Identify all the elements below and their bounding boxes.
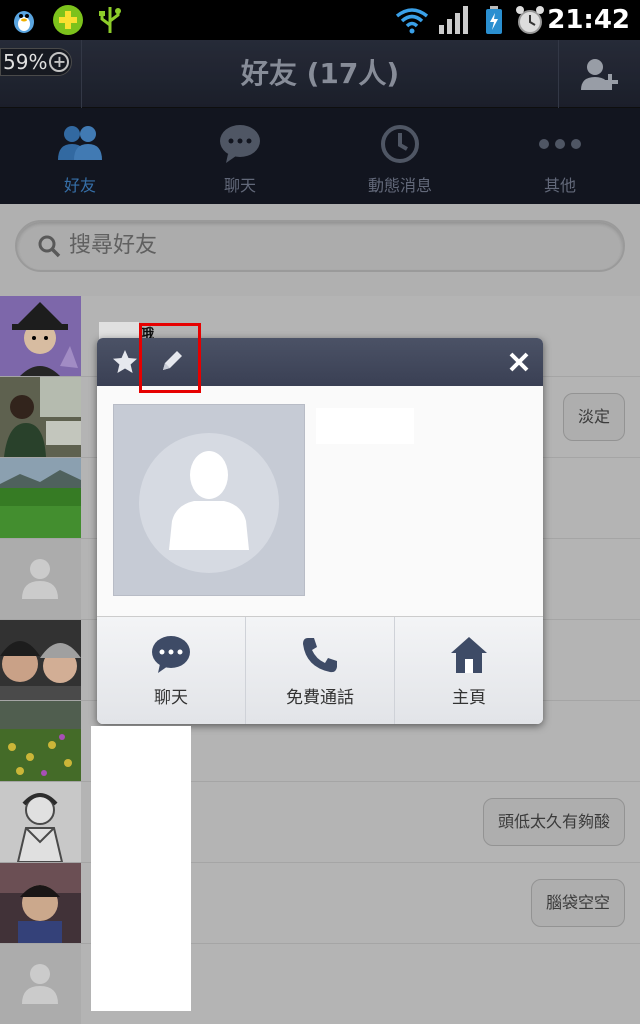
tab-label: 其他 [543,176,576,195]
status-message: 頭低太久有夠酸 [482,798,625,846]
home-button[interactable]: 主頁 [395,617,543,724]
search-area: 搜尋好友 [0,204,640,296]
avatar [0,458,81,538]
favorite-button[interactable] [111,348,139,376]
header-left-button[interactable]: 59% + [0,40,82,108]
avatar [0,782,81,862]
popup-actions: 聊天 免費通話 主頁 [97,616,543,724]
default-avatar-icon [0,539,81,619]
redaction-box [91,726,191,1011]
battery-percent: 59% [3,50,48,74]
close-button[interactable] [507,350,531,374]
clock-time: 21:42 [547,5,630,35]
search-placeholder: 搜尋好友 [69,233,158,258]
status-message: 淡定 [562,393,625,441]
avatar [0,377,81,457]
default-avatar-icon [114,405,304,595]
free-call-label: 免費通話 [286,688,354,708]
default-avatar-icon [0,944,81,1024]
tab-label: 動態消息 [367,176,432,195]
plus-icon: + [49,52,70,72]
home-icon [451,637,487,673]
more-icon [539,139,581,149]
friends-icon [58,126,102,160]
avatar [0,863,81,943]
avatar [0,701,81,781]
tab-bar: 好友 聊天 動態消息 其他 [0,108,640,204]
clock-icon [381,125,419,163]
battery-icon [478,4,510,36]
popup-header [97,338,543,386]
close-icon [509,352,529,372]
tab-label: 聊天 [223,176,256,195]
status-bar: 21:42 [0,0,640,40]
pencil-icon [163,351,182,370]
search-input[interactable]: 搜尋好友 [15,220,625,272]
chat-label: 聊天 [154,688,188,708]
wifi-icon [394,4,430,36]
tab-timeline[interactable]: 動態消息 [320,108,480,204]
battery-widget[interactable]: 59% + [0,48,73,76]
profile-photo[interactable] [113,404,305,596]
profile-name-cover [316,408,414,444]
green-plus-app-icon [52,4,84,36]
avatar [0,539,81,619]
tab-friends[interactable]: 好友 [0,108,160,204]
tab-more[interactable]: 其他 [480,108,640,204]
add-friend-icon [580,59,618,90]
search-icon [38,235,61,258]
phone-icon [303,638,337,673]
app-header: 59% + 好友 (17人) [0,40,640,108]
avatar [0,944,81,1024]
signal-icon [436,4,470,36]
qq-penguin-icon [8,4,40,36]
avatar [0,620,81,700]
page-title: 好友 (17人) [240,57,400,90]
add-friend-button[interactable] [558,40,640,108]
alarm-clock-icon [514,4,546,36]
profile-popup: 聊天 免費通話 主頁 [97,338,543,724]
chat-button[interactable]: 聊天 [97,617,246,724]
tab-label: 好友 [63,176,96,195]
free-call-button[interactable]: 免費通話 [246,617,395,724]
popup-body [97,386,543,616]
tab-chat[interactable]: 聊天 [160,108,320,204]
home-label: 主頁 [452,688,486,708]
edit-button[interactable] [157,346,187,376]
chat-bubble-icon [152,636,190,673]
chat-bubble-icon [220,125,260,163]
avatar [0,296,81,376]
status-message: 腦袋空空 [530,879,625,927]
usb-icon [94,4,126,36]
star-icon [113,350,137,373]
screen: 21:42 59% + 好友 (17人) 好友 聊天 動態消息 其他 搜尋好友 … [0,0,640,1024]
